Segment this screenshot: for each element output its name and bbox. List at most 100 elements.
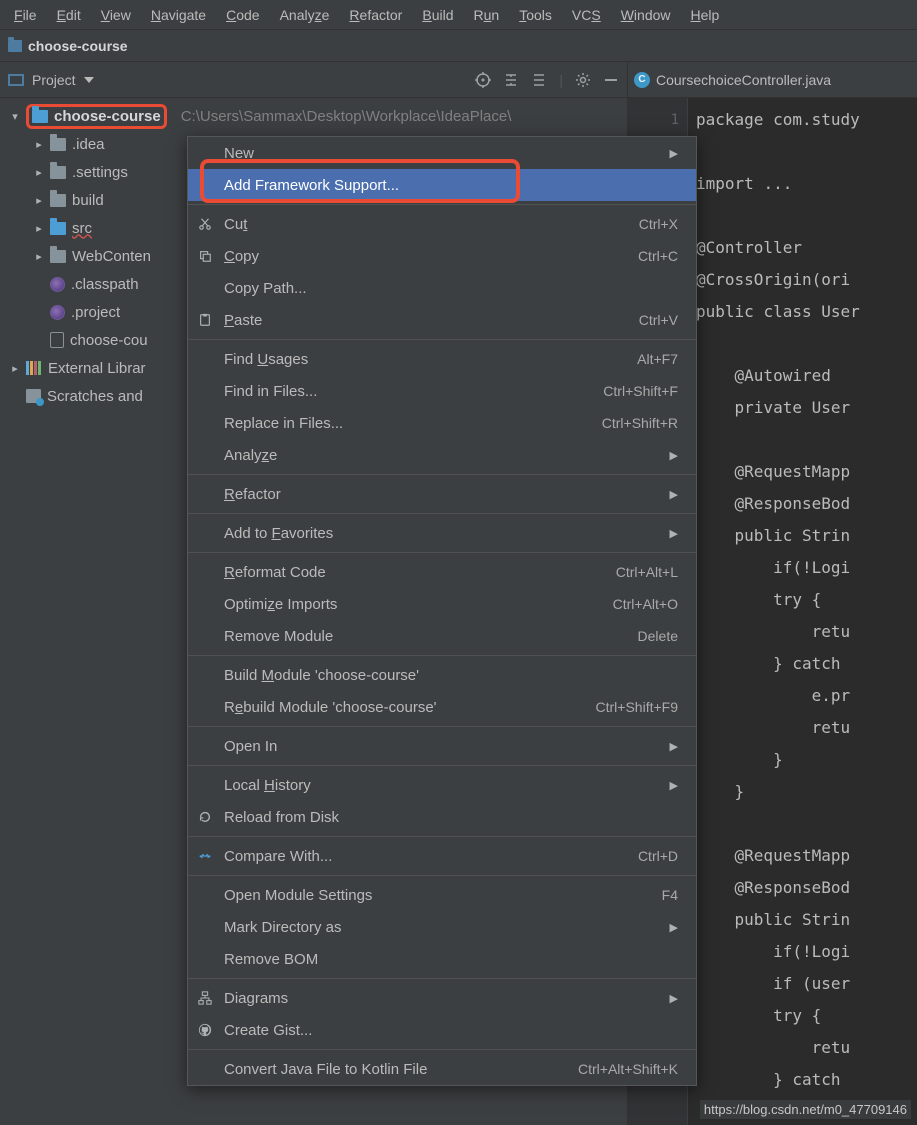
menu-item-diagrams[interactable]: Diagrams▶ [188, 982, 696, 1014]
menu-window[interactable]: Window [611, 3, 681, 27]
expand-arrow-icon[interactable] [34, 222, 44, 235]
menu-separator [188, 655, 696, 656]
menu-item-label: Build Module 'choose-course' [224, 667, 419, 684]
menu-item-label: Convert Java File to Kotlin File [224, 1061, 427, 1078]
sidebar-header: Project | [0, 62, 627, 98]
menu-shortcut: Ctrl+Shift+F9 [596, 699, 678, 715]
menu-item-rebuild-module-choose-course[interactable]: Rebuild Module 'choose-course'Ctrl+Shift… [188, 691, 696, 723]
node-label: .idea [72, 136, 105, 153]
expand-arrow-icon[interactable] [34, 166, 44, 179]
menu-item-analyze[interactable]: Analyze ▶ [188, 439, 696, 471]
menu-item-local-history[interactable]: Local History▶ [188, 769, 696, 801]
menu-item-reload-from-disk[interactable]: Reload from Disk [188, 801, 696, 833]
library-icon [26, 361, 42, 375]
menu-item-label: Open Module Settings [224, 887, 372, 904]
node-label: .classpath [71, 276, 139, 293]
editor-tabs: C CoursechoiceController.java [628, 62, 917, 98]
menu-item-label: Optimize Imports [224, 596, 337, 613]
menu-refactor[interactable]: Refactor [339, 3, 412, 27]
menu-navigate[interactable]: Navigate [141, 3, 216, 27]
menu-edit[interactable]: Edit [47, 3, 91, 27]
menu-item-convert-java-file-to-kotlin-file[interactable]: Convert Java File to Kotlin FileCtrl+Alt… [188, 1053, 696, 1085]
copy-icon [196, 247, 214, 265]
view-mode-label[interactable]: Project [32, 72, 76, 88]
watermark: https://blog.csdn.net/m0_47709146 [700, 1100, 911, 1119]
menu-shortcut: F4 [662, 887, 678, 903]
compare-icon [196, 847, 214, 865]
menu-analyze[interactable]: Analyze [270, 3, 340, 27]
menu-vcs[interactable]: VCS [562, 3, 611, 27]
menu-item-optimize-imports[interactable]: Optimize ImportsCtrl+Alt+O [188, 588, 696, 620]
expand-arrow-icon[interactable] [10, 362, 20, 375]
menu-separator [188, 339, 696, 340]
submenu-arrow-icon: ▶ [670, 449, 678, 462]
menu-build[interactable]: Build [412, 3, 463, 27]
menu-code[interactable]: Code [216, 3, 269, 27]
menu-item-label: Analyze [224, 447, 277, 464]
menu-item-mark-directory-as[interactable]: Mark Directory as▶ [188, 911, 696, 943]
menu-shortcut: Alt+F7 [637, 351, 678, 367]
menu-item-label: Cut [224, 216, 247, 233]
expand-arrow-icon[interactable] [10, 110, 20, 123]
menu-item-copy[interactable]: Copy Ctrl+C [188, 240, 696, 272]
menu-item-label: New [224, 145, 254, 162]
root-path: C:\Users\Sammax\Desktop\Workplace\IdeaPl… [181, 108, 512, 125]
expand-arrow-icon[interactable] [34, 194, 44, 207]
menu-item-paste[interactable]: PasteCtrl+V [188, 304, 696, 336]
menu-item-add-to-favorites[interactable]: Add to Favorites▶ [188, 517, 696, 549]
folder-icon [50, 138, 66, 151]
editor-code[interactable]: package com.study import ... @Controller… [688, 98, 860, 1125]
breadcrumb-project[interactable]: choose-course [28, 38, 128, 54]
hide-icon[interactable] [603, 72, 619, 88]
menu-item-copy-path[interactable]: Copy Path... [188, 272, 696, 304]
menu-item-label: Compare With... [224, 848, 332, 865]
menu-item-reformat-code[interactable]: Reformat CodeCtrl+Alt+L [188, 556, 696, 588]
gear-icon[interactable] [575, 72, 591, 88]
collapse-icon[interactable] [531, 72, 547, 88]
node-label: build [72, 192, 104, 209]
menu-shortcut: Ctrl+Shift+R [602, 415, 678, 431]
breadcrumb: choose-course [0, 30, 917, 62]
menu-shortcut: Ctrl+C [638, 248, 678, 264]
menu-help[interactable]: Help [681, 3, 730, 27]
menu-item-open-in[interactable]: Open In▶ [188, 730, 696, 762]
menu-item-open-module-settings[interactable]: Open Module Settings F4 [188, 879, 696, 911]
menu-item-find-usages[interactable]: Find Usages Alt+F7 [188, 343, 696, 375]
menu-item-new[interactable]: New▶ [188, 137, 696, 169]
menu-item-label: Copy [224, 248, 259, 265]
menu-separator [188, 552, 696, 553]
submenu-arrow-icon: ▶ [670, 740, 678, 753]
tree-root[interactable]: choose-course C:\Users\Sammax\Desktop\Wo… [0, 102, 627, 130]
menu-tools[interactable]: Tools [509, 3, 562, 27]
menu-item-label: Reformat Code [224, 564, 326, 581]
menu-item-remove-bom[interactable]: Remove BOM [188, 943, 696, 975]
menu-item-label: Diagrams [224, 990, 288, 1007]
menu-item-label: Find Usages [224, 351, 308, 368]
chevron-down-icon[interactable] [84, 77, 94, 83]
target-icon[interactable] [475, 72, 491, 88]
menu-item-label: Replace in Files... [224, 415, 343, 432]
menu-item-compare-with[interactable]: Compare With...Ctrl+D [188, 840, 696, 872]
menu-file[interactable]: File [4, 3, 47, 27]
node-label: Scratches and [47, 388, 143, 405]
menu-view[interactable]: View [91, 3, 141, 27]
menu-item-create-gist[interactable]: Create Gist... [188, 1014, 696, 1046]
expand-icon[interactable] [503, 72, 519, 88]
menu-item-add-framework-support[interactable]: Add Framework Support... [188, 169, 696, 201]
menu-item-build-module-choose-course[interactable]: Build Module 'choose-course' [188, 659, 696, 691]
menu-item-cut[interactable]: CutCtrl+X [188, 208, 696, 240]
node-label: External Librar [48, 360, 146, 377]
menu-item-remove-module[interactable]: Remove ModuleDelete [188, 620, 696, 652]
menu-shortcut: Ctrl+Shift+F [603, 383, 678, 399]
menu-run[interactable]: Run [464, 3, 510, 27]
submenu-arrow-icon: ▶ [670, 527, 678, 540]
menu-item-find-in-files[interactable]: Find in Files...Ctrl+Shift+F [188, 375, 696, 407]
menu-item-label: Local History [224, 777, 311, 794]
expand-arrow-icon[interactable] [34, 250, 44, 263]
menu-item-label: Reload from Disk [224, 809, 339, 826]
menu-item-refactor[interactable]: Refactor▶ [188, 478, 696, 510]
menu-item-replace-in-files[interactable]: Replace in Files... Ctrl+Shift+R [188, 407, 696, 439]
editor-tab[interactable]: CoursechoiceController.java [656, 72, 831, 88]
expand-arrow-icon[interactable] [34, 138, 44, 151]
node-label: src [72, 220, 92, 237]
